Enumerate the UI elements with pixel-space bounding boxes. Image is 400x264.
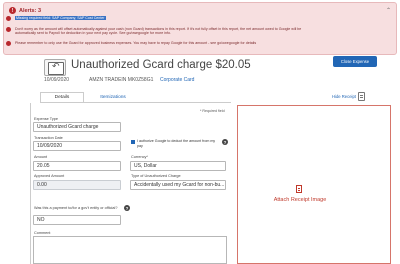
approved-amount-label: Approved Amount	[34, 174, 65, 178]
comment-textarea[interactable]	[33, 236, 227, 264]
card-type-link[interactable]: Corporate Card	[160, 77, 194, 83]
expense-type-field[interactable]: Unauthorized Gcard charge	[33, 122, 121, 132]
transaction-date-label: Transaction Date	[34, 136, 63, 140]
alert-message: Please remember to only use the Gcard fo…	[15, 41, 257, 45]
alert-item: Don't worry as the amount will offset au…	[6, 27, 386, 36]
error-icon	[6, 41, 11, 46]
alert-title: Alerts: 3	[19, 7, 42, 14]
expense-icon	[44, 59, 66, 76]
error-icon	[6, 27, 11, 32]
receipt-dropzone[interactable]	[237, 105, 391, 264]
chevron-up-icon[interactable]: ⌃	[386, 7, 391, 14]
amount-label: Amount	[34, 155, 48, 159]
error-icon	[6, 16, 11, 21]
help-icon[interactable]: ?	[124, 205, 130, 211]
close-expense-button[interactable]: Close Expense	[333, 56, 377, 67]
help-icon[interactable]: ?	[222, 139, 228, 145]
hide-receipt-link[interactable]: Hide Receipt	[332, 94, 356, 99]
alert-item: Please remember to only use the Gcard fo…	[6, 41, 386, 46]
transaction-date-field[interactable]: 10/09/2020	[33, 141, 121, 151]
merchant-name: AMZN TRADEIN MK0Z58G1	[89, 77, 154, 83]
attach-receipt-label[interactable]: Attach Receipt Image	[270, 197, 330, 203]
type-unauthorized-select[interactable]: Accidentally used my Gcard for non-bu...	[130, 180, 226, 190]
alert-item: Missing required field: SAP Company, SAP…	[6, 16, 106, 21]
currency-label: Currency*	[131, 155, 148, 159]
alert-message: Don't worry as the amount will offset au…	[15, 27, 302, 36]
expense-type-label: Expense Type	[34, 117, 58, 121]
comment-label: Comment	[34, 231, 51, 235]
authorize-label: I authorize Google to deduct the amount …	[137, 139, 216, 148]
receipt-icon[interactable]	[358, 92, 365, 101]
gov-payment-label: Was this a payment to/for a gov't entity…	[34, 206, 118, 210]
type-unauthorized-label: Type of Unauthorized Charge	[131, 174, 181, 178]
currency-select[interactable]: US, Dollar	[130, 161, 226, 171]
authorize-checkbox[interactable]	[131, 140, 135, 144]
gov-payment-select[interactable]: NO	[33, 215, 121, 225]
alert-message: Missing required field: SAP Company, SAP…	[15, 16, 106, 21]
amount-field[interactable]: 20.05	[33, 161, 121, 171]
error-icon: !	[9, 7, 16, 14]
transaction-date: 10/09/2020	[44, 77, 70, 83]
page-title: Unauthorized Gcard charge $20.05	[71, 59, 251, 71]
required-note: * Required field	[200, 109, 225, 113]
alert-header[interactable]: ! Alerts: 3 ⌃	[4, 5, 396, 16]
receipt-icon	[296, 185, 302, 193]
approved-amount-field: 0.00	[33, 180, 121, 190]
